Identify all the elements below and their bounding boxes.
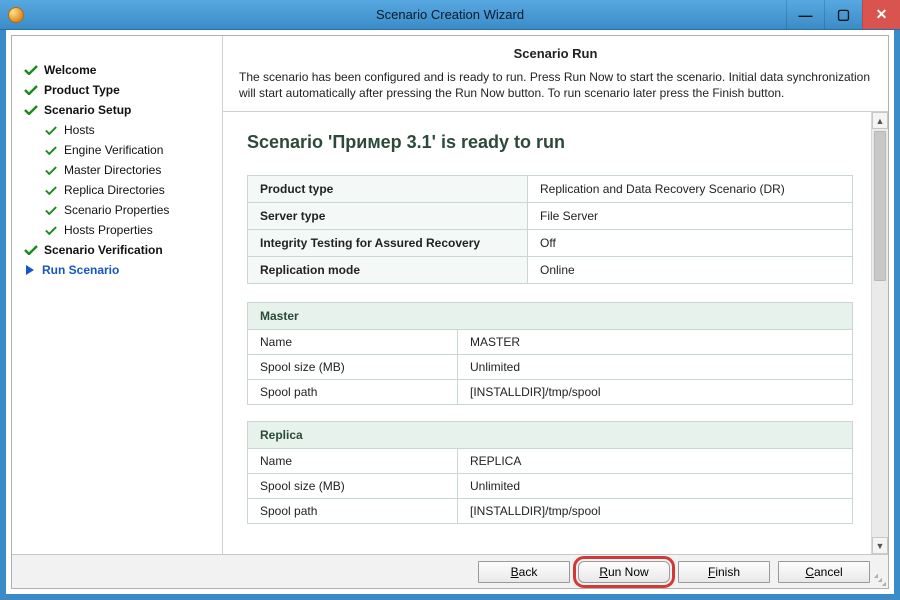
table-row: Replication modeOnline	[248, 257, 853, 284]
step-description: The scenario has been configured and is …	[239, 69, 872, 101]
check-icon	[24, 85, 38, 95]
summary-key: Server type	[248, 203, 528, 230]
wizard-substep[interactable]: Scenario Properties	[24, 200, 218, 220]
row-value: [INSTALLDIR]/tmp/spool	[458, 380, 853, 405]
check-icon	[44, 225, 58, 235]
scenario-summary-table: Product typeReplication and Data Recover…	[247, 175, 853, 284]
row-value: Unlimited	[458, 355, 853, 380]
wizard-step[interactable]: Welcome	[24, 60, 218, 80]
step-label: Scenario Setup	[44, 103, 131, 117]
step-label: Scenario Properties	[64, 203, 169, 217]
row-value: REPLICA	[458, 449, 853, 474]
wizard-step[interactable]: Product Type	[24, 80, 218, 100]
titlebar: Scenario Creation Wizard — ▢ ✕	[0, 0, 900, 30]
summary-value: Off	[528, 230, 853, 257]
row-value: [INSTALLDIR]/tmp/spool	[458, 499, 853, 524]
step-label: Hosts Properties	[64, 223, 153, 237]
window-title: Scenario Creation Wizard	[0, 7, 900, 22]
table-row: Spool size (MB)Unlimited	[248, 474, 853, 499]
summary-value: File Server	[528, 203, 853, 230]
step-label: Scenario Verification	[44, 243, 163, 257]
table-row: Integrity Testing for Assured RecoveryOf…	[248, 230, 853, 257]
check-icon	[24, 65, 38, 75]
table-row: Server typeFile Server	[248, 203, 853, 230]
step-label: Replica Directories	[64, 183, 165, 197]
step-label: Master Directories	[64, 163, 161, 177]
row-key: Spool path	[248, 380, 458, 405]
table-row: NameMASTER	[248, 330, 853, 355]
step-label: Run Scenario	[42, 263, 119, 277]
scroll-down-button[interactable]: ▼	[872, 537, 888, 554]
row-value: Unlimited	[458, 474, 853, 499]
replica-table: Replica NameREPLICASpool size (MB)Unlimi…	[247, 421, 853, 524]
wizard-step[interactable]: Scenario Setup	[24, 100, 218, 120]
row-key: Name	[248, 330, 458, 355]
row-key: Spool size (MB)	[248, 474, 458, 499]
window-frame: Welcome Product Type Scenario Setup Hosts En…	[0, 30, 900, 600]
summary-value: Replication and Data Recovery Scenario (…	[528, 176, 853, 203]
wizard-step-current[interactable]: Run Scenario	[24, 260, 218, 280]
master-table-title: Master	[248, 303, 853, 330]
play-icon	[24, 264, 36, 276]
step-label: Product Type	[44, 83, 120, 97]
table-row: Spool path[INSTALLDIR]/tmp/spool	[248, 499, 853, 524]
wizard-substep[interactable]: Hosts	[24, 120, 218, 140]
replica-table-title: Replica	[248, 422, 853, 449]
check-icon	[44, 205, 58, 215]
check-icon	[44, 145, 58, 155]
wizard-footer: Back Run Now Finish Cancel	[12, 554, 888, 588]
cancel-button[interactable]: Cancel	[778, 561, 870, 583]
step-header: Scenario Run The scenario has been confi…	[223, 36, 888, 112]
wizard-step[interactable]: Scenario Verification	[24, 240, 218, 260]
wizard-substep[interactable]: Master Directories	[24, 160, 218, 180]
table-row: Product typeReplication and Data Recover…	[248, 176, 853, 203]
check-icon	[44, 185, 58, 195]
run-now-button[interactable]: Run Now	[578, 561, 670, 583]
resize-grip-icon[interactable]	[874, 574, 886, 586]
summary-key: Integrity Testing for Assured Recovery	[248, 230, 528, 257]
table-row: NameREPLICA	[248, 449, 853, 474]
scroll-up-button[interactable]: ▲	[872, 112, 888, 129]
summary-value: Online	[528, 257, 853, 284]
wizard-substep[interactable]: Engine Verification	[24, 140, 218, 160]
table-row: Spool path[INSTALLDIR]/tmp/spool	[248, 380, 853, 405]
scroll-track[interactable]	[872, 129, 888, 537]
check-icon	[24, 245, 38, 255]
wizard-substep[interactable]: Hosts Properties	[24, 220, 218, 240]
back-button[interactable]: Back	[478, 561, 570, 583]
check-icon	[44, 125, 58, 135]
row-key: Spool path	[248, 499, 458, 524]
row-key: Name	[248, 449, 458, 474]
step-label: Engine Verification	[64, 143, 163, 157]
ready-heading: Scenario 'Пример 3.1' is ready to run	[247, 132, 853, 153]
check-icon	[24, 105, 38, 115]
step-title: Scenario Run	[239, 42, 872, 69]
summary-key: Replication mode	[248, 257, 528, 284]
master-table: Master NameMASTERSpool size (MB)Unlimite…	[247, 302, 853, 405]
summary-key: Product type	[248, 176, 528, 203]
summary-panel: Scenario 'Пример 3.1' is ready to run Pr…	[223, 112, 871, 554]
scroll-thumb[interactable]	[874, 131, 886, 281]
wizard-substep[interactable]: Replica Directories	[24, 180, 218, 200]
row-key: Spool size (MB)	[248, 355, 458, 380]
wizard-steps-sidebar: Welcome Product Type Scenario Setup Hosts En…	[12, 36, 222, 554]
step-label: Welcome	[44, 63, 96, 77]
finish-button[interactable]: Finish	[678, 561, 770, 583]
step-label: Hosts	[64, 123, 95, 137]
vertical-scrollbar[interactable]: ▲ ▼	[871, 112, 888, 554]
row-value: MASTER	[458, 330, 853, 355]
wizard-content: Scenario Run The scenario has been confi…	[222, 36, 888, 554]
table-row: Spool size (MB)Unlimited	[248, 355, 853, 380]
check-icon	[44, 165, 58, 175]
